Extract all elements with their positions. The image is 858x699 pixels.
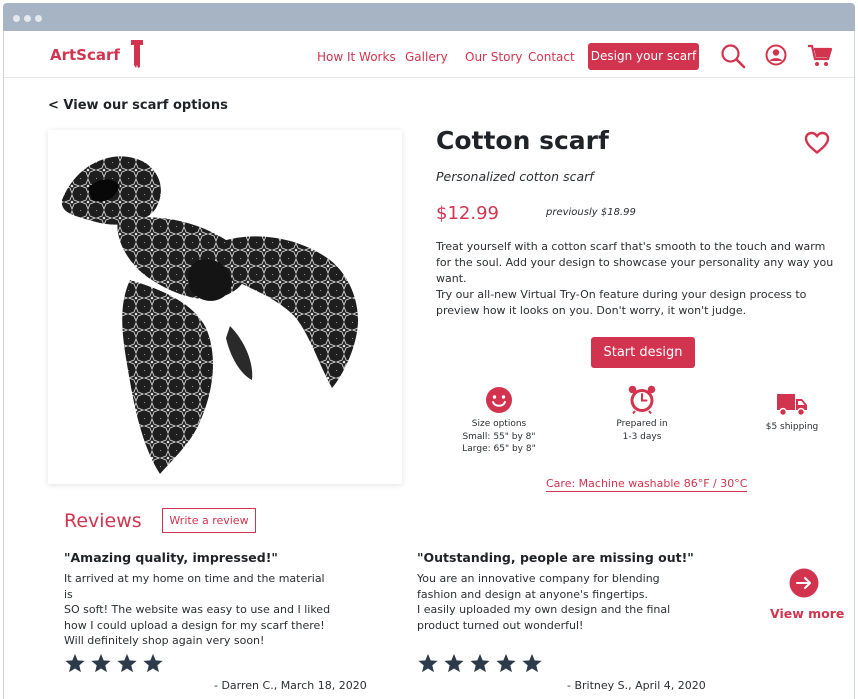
review-body: You are an innovative company for blendi…: [417, 571, 687, 633]
feature-size-options: Size options Small: 55" by 8" Large: 65"…: [454, 386, 544, 456]
product-subtitle: Personalized cotton scarf: [436, 169, 594, 184]
feature-line: Small: 55" by 8": [462, 431, 536, 442]
feature-line: Large: 65" by 8": [462, 444, 536, 454]
star-icon: [522, 653, 542, 673]
review-line: SO soft! The website was easy to use and…: [64, 603, 331, 616]
review-author: - Britney S., April 4, 2020: [567, 679, 706, 692]
feature-line: 1-3 days: [622, 431, 662, 442]
nav-our-story[interactable]: Our Story: [465, 50, 523, 64]
back-to-scarf-options-link[interactable]: < View our scarf options: [48, 98, 228, 113]
product-page: ArtScarf How It Works Gallery Our Story …: [3, 31, 855, 699]
review-star-rating: [64, 653, 164, 674]
star-icon: [65, 653, 85, 673]
feature-line: Size options: [471, 419, 527, 429]
brand-logo-text[interactable]: ArtScarf: [50, 46, 120, 64]
star-icon: [470, 653, 490, 673]
cart-icon[interactable]: [807, 44, 833, 68]
window-dot-minimize[interactable]: [24, 15, 31, 22]
alarm-clock-icon: [628, 385, 656, 414]
product-price: $12.99: [436, 203, 499, 224]
window-dot-close[interactable]: [13, 15, 20, 22]
review-line: I easily uploaded my own design and the …: [417, 603, 671, 616]
top-navigation: ArtScarf How It Works Gallery Our Story …: [4, 31, 854, 78]
care-instructions-link[interactable]: Care: Machine washable 86°F / 30°C: [546, 477, 748, 492]
review-line: You are an innovative company for blendi…: [417, 572, 660, 585]
design-your-scarf-button[interactable]: Design your scarf: [588, 43, 699, 70]
search-icon[interactable]: [720, 43, 746, 69]
scarf-product-image: [61, 156, 358, 474]
product-description: Treat yourself with a cotton scarf that'…: [436, 240, 834, 285]
start-design-button[interactable]: Start design: [591, 337, 695, 368]
review-body: It arrived at my home on time and the ma…: [64, 571, 334, 649]
favorite-heart-icon[interactable]: [804, 131, 830, 155]
product-image-card: [48, 130, 402, 484]
review-line: Will definitely shop again very soon!: [64, 634, 265, 647]
reviews-heading: Reviews: [64, 510, 142, 532]
browser-title-bar: [3, 3, 855, 31]
review-line: how I could upload a design for my scarf…: [64, 618, 325, 632]
star-icon: [117, 653, 137, 673]
write-review-button[interactable]: Write a review: [162, 508, 256, 533]
nav-gallery[interactable]: Gallery: [405, 50, 448, 64]
nav-how-it-works[interactable]: How It Works: [317, 50, 396, 64]
review-title: "Outstanding, people are missing out!": [417, 550, 694, 565]
arrow-right-icon[interactable]: [789, 568, 819, 598]
star-icon: [444, 653, 464, 673]
smile-icon: [486, 387, 512, 413]
star-icon: [143, 653, 163, 673]
review-star-rating: [417, 653, 543, 674]
view-more-reviews-link[interactable]: View more: [770, 606, 844, 621]
nav-contact[interactable]: Contact: [528, 50, 575, 64]
star-icon: [91, 653, 111, 673]
window-dot-maximize[interactable]: [35, 15, 42, 22]
scarf-logo-icon[interactable]: [130, 39, 144, 69]
review-line: It arrived at my home on time and the ma…: [64, 572, 325, 601]
feature-shipping: $5 shipping: [747, 393, 837, 434]
truck-icon: [777, 394, 807, 417]
review-title: "Amazing quality, impressed!": [64, 550, 278, 565]
product-title: Cotton scarf: [436, 126, 609, 155]
star-icon: [496, 653, 516, 673]
review-line: fashion and design at anyone's fingertip…: [417, 587, 648, 601]
star-icon: [418, 653, 438, 673]
review-line: product turned out wonderful!: [417, 618, 584, 632]
feature-line: $5 shipping: [765, 422, 819, 432]
previous-price: previously $18.99: [546, 207, 636, 218]
feature-prepared-in: Prepared in 1-3 days: [597, 384, 687, 443]
account-icon[interactable]: [765, 44, 787, 66]
feature-line: Prepared in: [616, 419, 668, 429]
review-author: - Darren C., March 18, 2020: [214, 679, 367, 692]
virtual-try-on-description: Try our all-new Virtual Try-On feature d…: [436, 288, 807, 317]
